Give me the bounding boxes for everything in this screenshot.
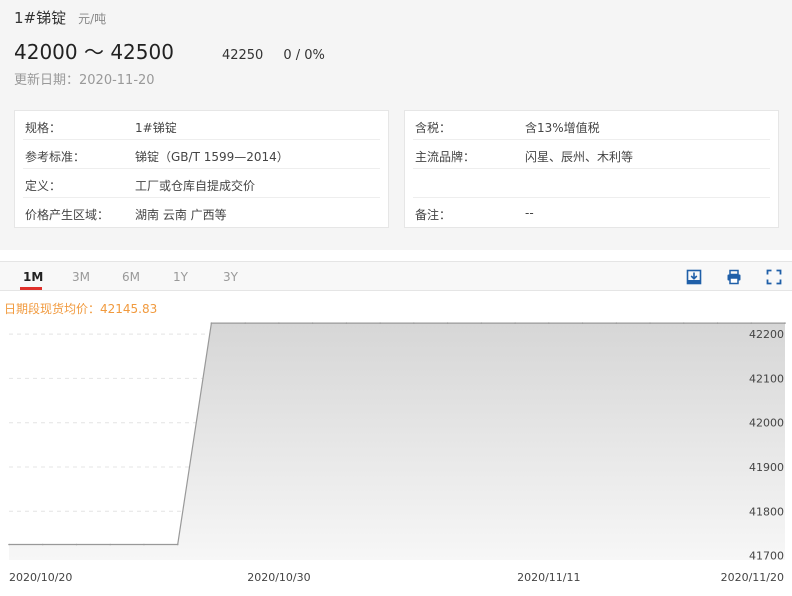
- tab-1y[interactable]: 1Y: [173, 270, 188, 284]
- data-point[interactable]: [176, 543, 179, 546]
- x-axis: 2020/10/20 2020/10/30 2020/11/11 2020/11/20: [9, 571, 784, 584]
- data-point[interactable]: [514, 322, 516, 324]
- update-date: 更新日期：2020-11-20: [14, 73, 155, 88]
- data-point[interactable]: [210, 322, 213, 324]
- price-range: 42000 ～ 42500: [14, 40, 174, 64]
- spec-value: 1#锑锭: [135, 121, 177, 135]
- fullscreen-icon[interactable]: [766, 269, 782, 285]
- spec-value: 锑锭（GB/T 1599—2014）: [135, 150, 289, 164]
- tab-6m[interactable]: 6M: [122, 270, 140, 284]
- spec-value: 闪星、辰州、木利等: [525, 150, 634, 164]
- data-point[interactable]: [278, 322, 280, 324]
- data-point[interactable]: [75, 543, 78, 546]
- spec-row: 主流品牌： 闪星、辰州、木利等: [413, 140, 770, 169]
- spec-value: 湖南 云南 广西等: [135, 208, 227, 222]
- spec-label: 主流品牌：: [415, 150, 476, 164]
- product-title: 1#锑锭: [14, 9, 67, 27]
- spec-row: [413, 169, 770, 198]
- y-tick-label: 42000: [749, 417, 784, 430]
- y-tick-label: 41800: [749, 505, 784, 518]
- series-area: [9, 323, 785, 560]
- spec-value: 工厂或仓库自提成交价: [135, 179, 256, 193]
- title-row: 1#锑锭 元/吨: [14, 7, 106, 29]
- spec-value: --: [525, 206, 534, 220]
- price-row: 42000 ～ 42500 42250 0 / 0%: [14, 36, 325, 64]
- y-tick-label: 42100: [749, 372, 784, 385]
- price-change: 0 / 0%: [283, 48, 325, 63]
- spec-row: 规格： 1#锑锭: [23, 111, 380, 140]
- spec-value: 含13%增值税: [525, 121, 600, 135]
- data-point[interactable]: [784, 322, 786, 324]
- spec-row: 备注： --: [413, 198, 770, 227]
- price-chart: 日期段现货均价：42145.83 41700 41800 41900 42000 421…: [4, 301, 786, 584]
- product-header: 1#锑锭 元/吨 42000 ～ 42500 42250 0 / 0% 更新日期…: [0, 0, 792, 250]
- data-point[interactable]: [109, 543, 112, 546]
- spec-row: 含税： 含13%增值税: [413, 111, 770, 140]
- price-average: 42250: [221, 48, 264, 63]
- spec-row: 定义： 工厂或仓库自提成交价: [23, 169, 380, 198]
- x-tick-label: 2020/11/20: [721, 571, 784, 584]
- tab-1m[interactable]: 1M: [23, 270, 43, 284]
- tab-3m[interactable]: 3M: [72, 270, 90, 284]
- y-tick-label: 41900: [749, 461, 784, 474]
- spec-row: 参考标准： 锑锭（GB/T 1599—2014）: [23, 140, 380, 169]
- data-point[interactable]: [244, 322, 246, 324]
- range-tabbar: 1M 3M 6M 1Y 3Y: [0, 261, 792, 291]
- spec-panel-right: 含税： 含13%增值税 主流品牌： 闪星、辰州、木利等 备注： --: [404, 110, 779, 228]
- y-tick-label: 41700: [749, 550, 784, 563]
- data-point[interactable]: [379, 322, 381, 324]
- spec-label: 含税：: [415, 121, 452, 135]
- data-point[interactable]: [143, 543, 145, 546]
- x-tick-label: 2020/10/20: [9, 571, 72, 584]
- active-tab-indicator: [20, 287, 42, 290]
- data-point[interactable]: [548, 322, 550, 324]
- spec-label: 价格产生区域：: [25, 208, 110, 222]
- data-point[interactable]: [649, 322, 651, 324]
- data-point[interactable]: [413, 322, 415, 324]
- data-point[interactable]: [41, 543, 44, 546]
- download-icon[interactable]: [686, 269, 702, 285]
- data-point[interactable]: [446, 322, 449, 324]
- spec-label: 定义：: [25, 179, 62, 193]
- print-icon[interactable]: [726, 269, 742, 285]
- data-point[interactable]: [682, 322, 685, 324]
- chart-legend: 日期段现货均价：42145.83: [4, 301, 157, 316]
- data-point[interactable]: [581, 322, 584, 324]
- data-point[interactable]: [615, 322, 618, 324]
- tab-3y[interactable]: 3Y: [223, 270, 238, 284]
- x-tick-label: 2020/10/30: [247, 571, 310, 584]
- product-unit: 元/吨: [78, 12, 107, 26]
- spec-label: 参考标准：: [25, 150, 86, 164]
- data-point[interactable]: [750, 322, 753, 324]
- x-tick-label: 2020/11/11: [517, 571, 580, 584]
- spec-row: 价格产生区域： 湖南 云南 广西等: [23, 198, 380, 227]
- data-point[interactable]: [480, 322, 483, 324]
- data-point[interactable]: [345, 322, 348, 324]
- spec-panel-left: 规格： 1#锑锭 参考标准： 锑锭（GB/T 1599—2014） 定义： 工厂…: [14, 110, 389, 228]
- y-tick-label: 42200: [749, 328, 784, 341]
- spec-label: 规格：: [25, 121, 62, 135]
- data-point[interactable]: [311, 322, 314, 324]
- data-point[interactable]: [716, 322, 719, 324]
- spec-label: 备注：: [415, 208, 452, 222]
- data-point[interactable]: [8, 543, 10, 546]
